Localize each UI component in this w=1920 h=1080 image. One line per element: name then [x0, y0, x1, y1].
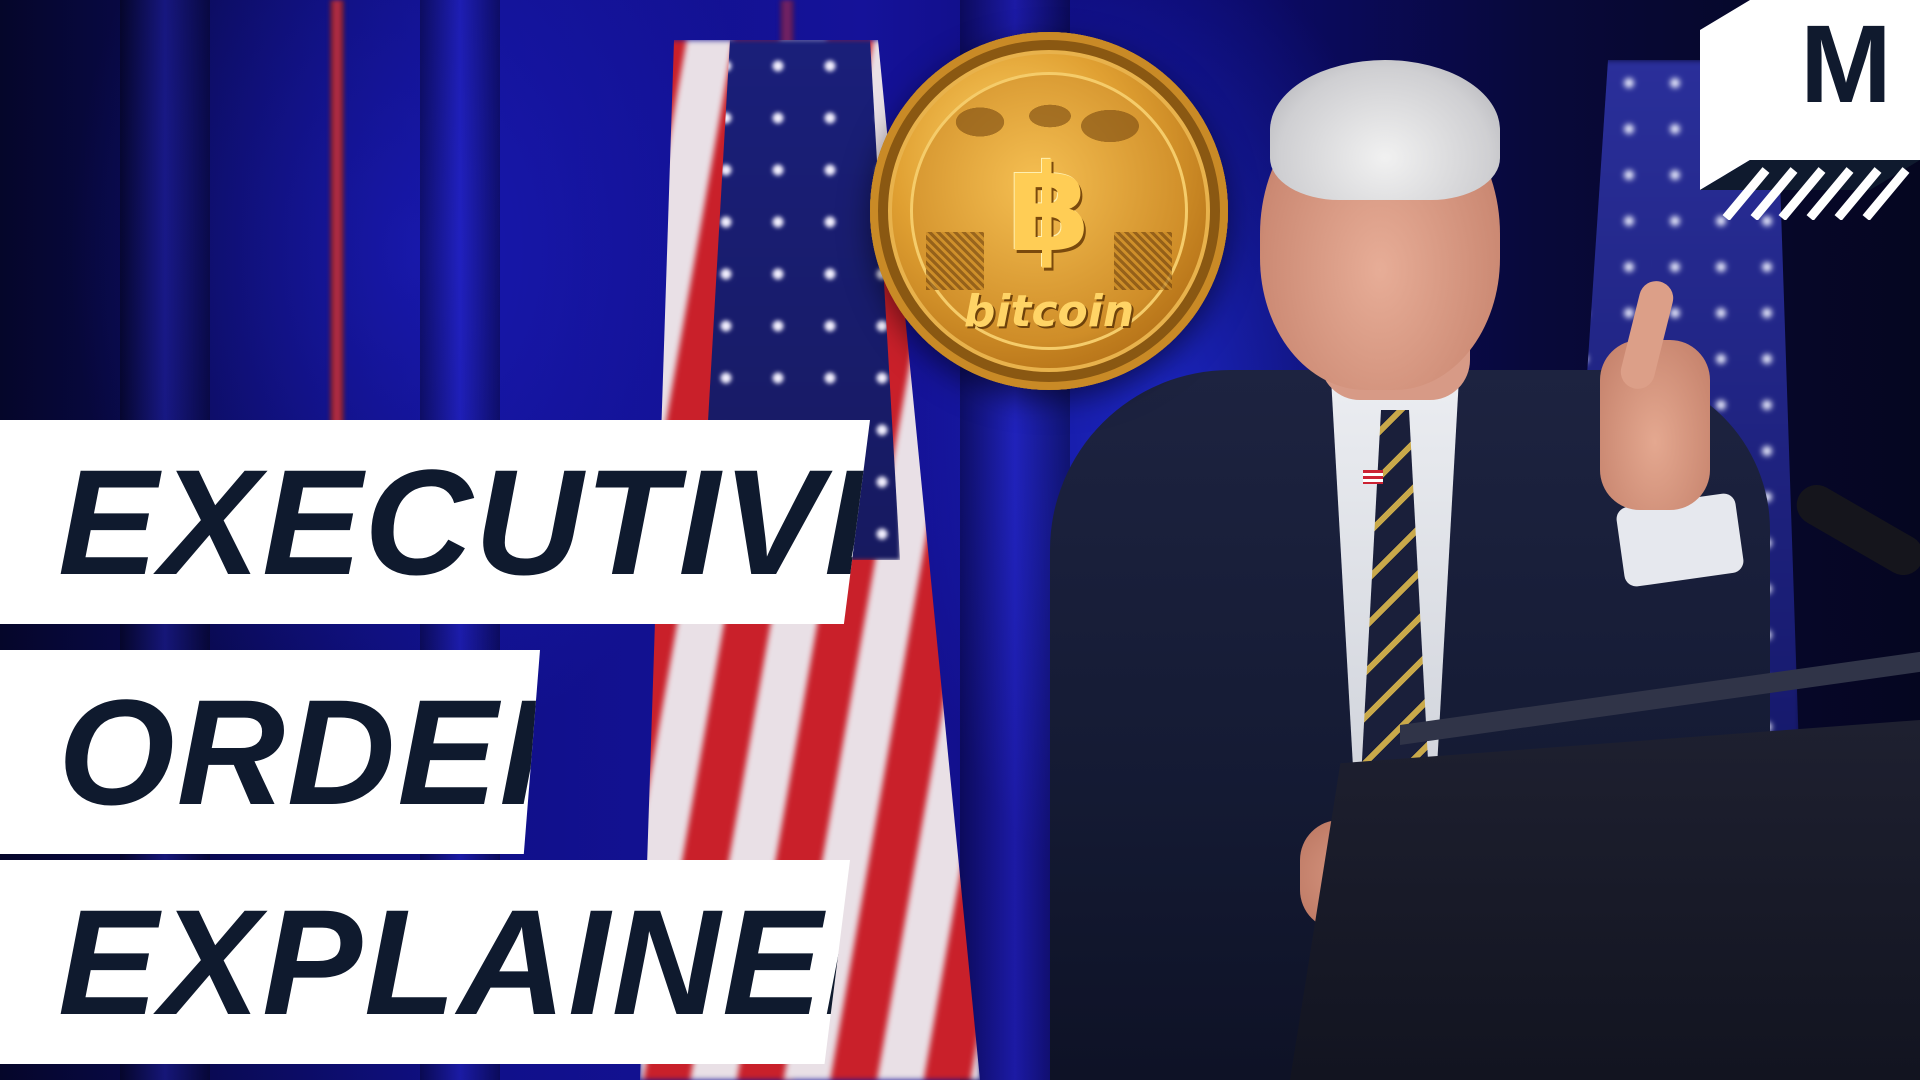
podium [1290, 720, 1920, 1080]
white-hair [1270, 60, 1500, 200]
headline-line-3: EXPLAINED [58, 878, 935, 1046]
headline-box-2: ORDER [0, 650, 540, 854]
headline-box-3: EXPLAINED [0, 860, 850, 1064]
mashable-logo-icon: M [1690, 0, 1920, 220]
thumbnail-scene: ฿ bitcoin EXECUTIVE ORDER EXPLAINED M [0, 0, 1920, 1080]
flag-lapel-pin [1363, 470, 1383, 484]
headline-box-1: EXECUTIVE [0, 420, 870, 624]
headline-line-1: EXECUTIVE [58, 438, 927, 606]
bitcoin-coin-icon: ฿ bitcoin [870, 32, 1228, 390]
bitcoin-symbol: ฿ [1007, 140, 1091, 279]
logo-letter: M [1800, 3, 1892, 126]
bitcoin-label: bitcoin [963, 286, 1135, 337]
